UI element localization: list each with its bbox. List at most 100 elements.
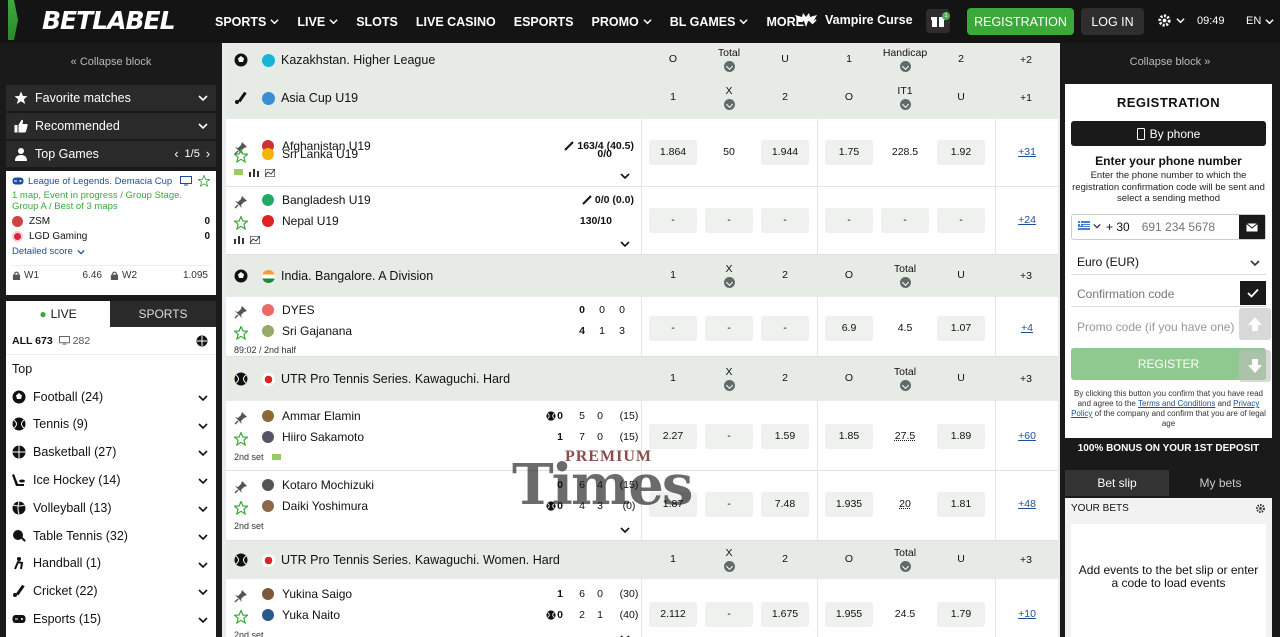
league-more-markets[interactable]: +3 bbox=[1012, 270, 1040, 282]
expand-chevron-icon[interactable] bbox=[620, 633, 630, 637]
favorite-star-icon[interactable] bbox=[234, 326, 248, 340]
expand-chevron-icon[interactable] bbox=[620, 239, 630, 249]
confirmation-code-field[interactable]: Confirmation code bbox=[1071, 281, 1266, 307]
pager-prev-button[interactable]: ‹ bbox=[174, 147, 178, 161]
sport-item[interactable]: Ice Hockey (14) bbox=[6, 466, 216, 494]
bar-chart-icon[interactable] bbox=[249, 169, 259, 177]
odd-button[interactable]: 1.864 bbox=[649, 140, 697, 165]
odd-button[interactable]: - bbox=[649, 316, 697, 341]
league-name[interactable]: UTR Pro Tennis Series. Kawaguchi. Hard bbox=[281, 372, 510, 386]
registration-button[interactable]: REGISTRATION bbox=[967, 8, 1074, 35]
column-dropdown-button[interactable] bbox=[723, 380, 735, 391]
sport-item[interactable]: Cricket (22) bbox=[6, 577, 216, 605]
pin-icon[interactable] bbox=[234, 589, 248, 603]
column-dropdown-button[interactable] bbox=[723, 277, 735, 288]
odd-button[interactable]: 1.944 bbox=[761, 140, 809, 165]
by-phone-tab[interactable]: By phone bbox=[1071, 121, 1266, 146]
scroll-down-button[interactable] bbox=[1239, 350, 1271, 382]
column-dropdown-button[interactable] bbox=[899, 380, 911, 391]
tab-my-bets[interactable]: My bets bbox=[1169, 470, 1272, 496]
odd-button[interactable]: 27.5 bbox=[881, 424, 929, 449]
odd-button[interactable]: - bbox=[705, 492, 753, 517]
sport-item[interactable]: Basketball (27) bbox=[6, 438, 216, 466]
favorite-star-icon[interactable] bbox=[198, 175, 210, 187]
odd-button[interactable]: 1.79 bbox=[937, 602, 985, 627]
expand-chevron-icon[interactable] bbox=[620, 525, 630, 535]
column-dropdown-button[interactable] bbox=[899, 61, 911, 72]
odd-button[interactable]: - bbox=[825, 208, 873, 233]
odd-button[interactable]: - bbox=[705, 208, 753, 233]
odd-button[interactable]: 1.07 bbox=[937, 316, 985, 341]
promo-game-link[interactable]: Vampire Curse bbox=[795, 13, 913, 27]
recommended-row[interactable]: Recommended bbox=[6, 113, 216, 139]
line-chart-icon[interactable] bbox=[250, 236, 260, 244]
column-dropdown-button[interactable] bbox=[899, 561, 911, 572]
sport-item[interactable]: Volleyball (13) bbox=[6, 494, 216, 522]
login-button[interactable]: LOG IN bbox=[1081, 8, 1144, 35]
more-markets-link[interactable]: +4 bbox=[1012, 322, 1042, 334]
odd-button[interactable]: 1.955 bbox=[825, 602, 873, 627]
pin-icon[interactable] bbox=[234, 411, 248, 425]
w1-odd-button[interactable]: W1 6.46 bbox=[12, 270, 110, 281]
line-chart-icon[interactable] bbox=[265, 169, 275, 177]
odd-button[interactable]: 7.48 bbox=[761, 492, 809, 517]
more-markets-link[interactable]: +48 bbox=[1012, 498, 1042, 510]
more-markets-link[interactable]: +60 bbox=[1012, 430, 1042, 442]
favorite-matches-row[interactable]: Favorite matches bbox=[6, 85, 216, 111]
scroll-up-button[interactable] bbox=[1239, 308, 1271, 340]
odd-button[interactable]: 1.92 bbox=[937, 140, 985, 165]
more-markets-link[interactable]: +24 bbox=[1012, 214, 1042, 226]
column-dropdown-button[interactable] bbox=[723, 561, 735, 572]
country-select[interactable] bbox=[1078, 221, 1101, 230]
league-more-markets[interactable]: +3 bbox=[1012, 554, 1040, 566]
confirm-code-button[interactable] bbox=[1240, 281, 1266, 305]
odd-button[interactable]: 1.935 bbox=[825, 492, 873, 517]
odd-button[interactable]: 1.85 bbox=[825, 424, 873, 449]
odd-button[interactable]: 1.81 bbox=[937, 492, 985, 517]
nav-item-slots[interactable]: SLOTS bbox=[356, 15, 398, 29]
pin-icon[interactable] bbox=[234, 480, 248, 494]
field-icon[interactable] bbox=[234, 169, 243, 175]
bar-chart-icon[interactable] bbox=[234, 236, 244, 244]
odd-button[interactable]: 1.675 bbox=[761, 602, 809, 627]
nav-item-promo[interactable]: PROMO bbox=[592, 15, 652, 29]
tab-bet-slip[interactable]: Bet slip bbox=[1065, 470, 1169, 496]
ball-icon[interactable] bbox=[196, 335, 208, 347]
right-scrollbar[interactable] bbox=[1275, 43, 1280, 637]
odd-button[interactable]: 228.5 bbox=[881, 140, 929, 165]
odd-button[interactable]: 1.75 bbox=[825, 140, 873, 165]
odd-button[interactable]: - bbox=[705, 424, 753, 449]
expand-chevron-icon[interactable] bbox=[620, 171, 630, 181]
nav-item-live[interactable]: LIVE bbox=[297, 15, 338, 29]
settings-button[interactable] bbox=[1157, 13, 1185, 28]
register-button[interactable]: REGISTER bbox=[1071, 348, 1266, 380]
top-games-row[interactable]: Top Games ‹ 1/5 › bbox=[6, 141, 216, 167]
phone-input[interactable] bbox=[1141, 220, 1242, 234]
nav-item-sports[interactable]: SPORTS bbox=[215, 15, 280, 29]
match-row[interactable]: DYES Sri Gajanana 0 0 0 4 1 3 89:02 / 2nd half - -… bbox=[226, 297, 1058, 357]
odd-button[interactable]: 1.59 bbox=[761, 424, 809, 449]
terms-link[interactable]: Terms and Conditions bbox=[1138, 399, 1215, 408]
odd-button[interactable]: - bbox=[937, 208, 985, 233]
favorite-star-icon[interactable] bbox=[234, 216, 248, 230]
brand-logo[interactable]: BETLABEL bbox=[8, 0, 176, 40]
pin-icon[interactable] bbox=[234, 195, 248, 209]
odd-button[interactable]: - bbox=[881, 208, 929, 233]
sport-item[interactable]: Tennis (9) bbox=[6, 411, 216, 439]
all-live-row[interactable]: ALL 673 282 bbox=[6, 327, 216, 355]
league-name[interactable]: Asia Cup U19 bbox=[281, 91, 358, 105]
match-row[interactable]: Bangladesh U19 Nepal U19 0/0 (0.0) 130/10- -… bbox=[226, 187, 1058, 255]
language-select[interactable]: EN bbox=[1246, 15, 1274, 27]
odd-button[interactable]: - bbox=[761, 208, 809, 233]
odd-button[interactable]: 24.5 bbox=[881, 602, 929, 627]
collapse-right-button[interactable]: Collapse block » bbox=[1060, 43, 1280, 81]
nav-item-live-casino[interactable]: LIVE CASINO bbox=[416, 15, 496, 29]
odd-button[interactable]: 1.89 bbox=[937, 424, 985, 449]
odd-button[interactable]: - bbox=[761, 316, 809, 341]
tab-sports[interactable]: SPORTS bbox=[110, 301, 216, 327]
w2-odd-button[interactable]: W2 1.095 bbox=[110, 270, 208, 281]
league-more-markets[interactable]: +1 bbox=[1012, 92, 1040, 104]
currency-select[interactable]: Euro (EUR) bbox=[1071, 249, 1266, 275]
favorite-star-icon[interactable] bbox=[234, 432, 248, 446]
column-dropdown-button[interactable] bbox=[899, 99, 911, 110]
